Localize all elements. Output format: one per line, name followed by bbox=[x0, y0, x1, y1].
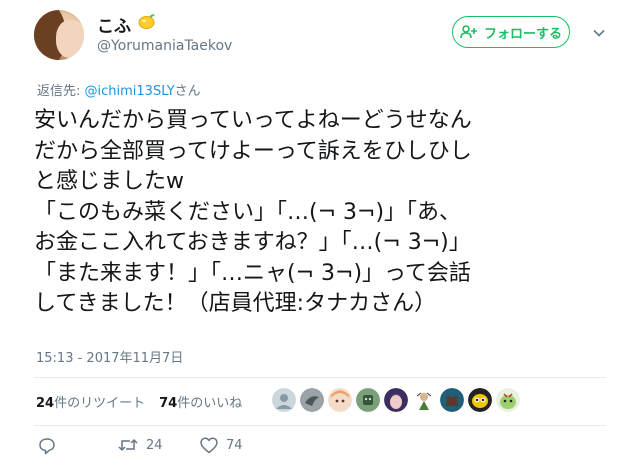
tweet-stats: 24件のリツイート 74件のいいね bbox=[36, 392, 242, 411]
robot-avatar-icon[interactable] bbox=[356, 388, 380, 412]
tweet-text-line: 安いんだから買っていってよねーどうせなん bbox=[34, 108, 472, 133]
cat-avatar-icon[interactable] bbox=[440, 388, 464, 412]
like-count: 74 bbox=[226, 438, 243, 453]
user-avatar[interactable] bbox=[34, 10, 84, 60]
anime-avatar-icon[interactable] bbox=[328, 388, 352, 412]
tweet-text-line: と感じましたw bbox=[34, 169, 184, 194]
tweet-text-line: してきました！（店員代理:タナカさん） bbox=[34, 291, 437, 316]
follow-button-label: フォローする bbox=[483, 26, 562, 42]
retweet-button[interactable]: 24 bbox=[118, 437, 163, 453]
like-stat[interactable]: 74件のいいね bbox=[159, 396, 242, 411]
retweet-stat-count: 24 bbox=[36, 396, 55, 411]
user-screen-name[interactable]: @YorumaniaTaekov bbox=[97, 38, 232, 54]
tweet-timestamp[interactable]: 15:13 - 2017年11月7日 bbox=[36, 347, 183, 366]
divider bbox=[34, 377, 606, 378]
lemon-icon bbox=[138, 14, 155, 29]
like-stat-count: 74 bbox=[159, 396, 178, 411]
like-button[interactable]: 74 bbox=[200, 437, 243, 454]
reply-to-prefix: 返信先: bbox=[37, 84, 85, 99]
reply-button[interactable] bbox=[38, 437, 56, 455]
like-stat-label: 件のいいね bbox=[177, 396, 243, 411]
bird-avatar-icon[interactable] bbox=[300, 388, 324, 412]
character-avatar-icon[interactable] bbox=[412, 388, 436, 412]
retweet-icon bbox=[118, 438, 138, 452]
chevron-down-icon[interactable] bbox=[592, 26, 606, 40]
tweet-text-line: 「また来ます！」「…ニャ(¬ 3¬)」って会話 bbox=[34, 260, 471, 286]
liker-avatars bbox=[272, 388, 520, 414]
tweet-card: こふ @YorumaniaTaekov フォローする 返信先: @ichimi1… bbox=[0, 0, 640, 470]
reply-to-mention[interactable]: @ichimi13SLY bbox=[85, 84, 175, 99]
tweet-text-line: お金ここ入れておきますね？」「…(¬ 3¬)」 bbox=[34, 230, 471, 255]
default-avatar-icon[interactable] bbox=[272, 388, 296, 412]
follow-button[interactable]: フォローする bbox=[452, 16, 570, 48]
tweet-actions: 24 74 bbox=[34, 437, 334, 459]
reply-to-context: 返信先: @ichimi13SLYさん bbox=[37, 80, 201, 99]
heart-icon bbox=[200, 437, 218, 454]
tweet-text: 安いんだから買っていってよねーどうせなん だから全部買ってけよーって訴えをひしひ… bbox=[34, 106, 614, 320]
tweet-text-line: 「このもみ菜ください」「…(¬ 3¬)」「あ、 bbox=[34, 199, 462, 225]
user-display-name[interactable]: こふ bbox=[97, 12, 131, 37]
reply-icon bbox=[39, 438, 55, 455]
follow-user-icon bbox=[460, 25, 477, 39]
bee-avatar-icon[interactable] bbox=[468, 388, 492, 412]
retweet-stat-label: 件のリツイート bbox=[54, 396, 146, 411]
divider bbox=[34, 425, 606, 426]
retweet-stat[interactable]: 24件のリツイート bbox=[36, 396, 145, 411]
tweet-text-line: だから全部買ってけよーって訴えをひしひし bbox=[34, 138, 472, 164]
retweet-count: 24 bbox=[146, 437, 163, 453]
character-avatar-icon[interactable] bbox=[496, 388, 520, 412]
anime-avatar-icon[interactable] bbox=[384, 388, 408, 412]
reply-to-suffix: さん bbox=[174, 84, 201, 99]
